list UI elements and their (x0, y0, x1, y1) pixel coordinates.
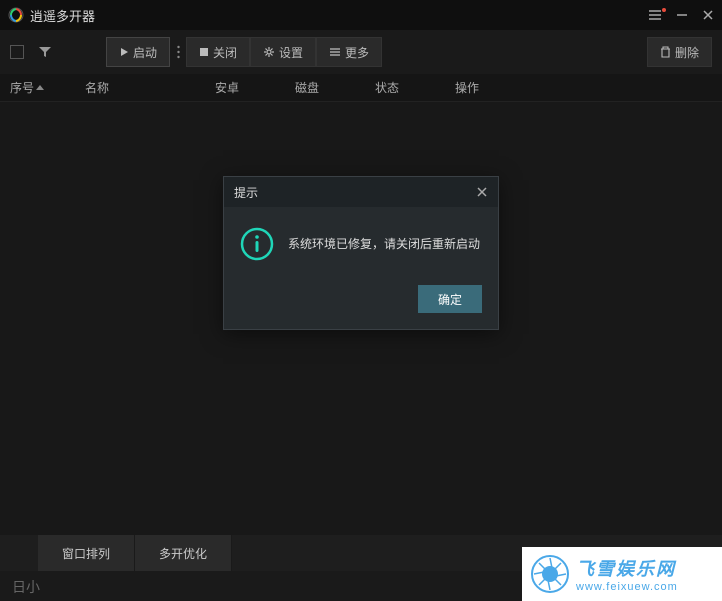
select-all-checkbox[interactable] (10, 45, 24, 59)
column-header-disk[interactable]: 磁盘 (295, 79, 375, 96)
watermark: 飞雪娱乐网 www.feixuew.com (522, 547, 722, 601)
modal-message: 系统环境已修复，请关闭后重新启动 (288, 235, 480, 253)
toolbar-left: 启动 关闭 设置 更多 (10, 37, 382, 67)
app-title: 逍遥多开器 (30, 6, 95, 25)
gear-icon (263, 46, 275, 58)
titlebar-controls (648, 9, 714, 21)
modal-body: 系统环境已修复，请关闭后重新启动 (224, 207, 498, 277)
sort-up-icon (36, 85, 44, 90)
arrange-windows-button[interactable]: 窗口排列 (38, 535, 135, 571)
toolbar-actions: 启动 关闭 设置 更多 (106, 37, 382, 67)
info-icon (240, 227, 274, 261)
bottom-text-fragment: 日小 (12, 577, 40, 597)
close-button[interactable]: 关闭 (186, 37, 250, 67)
watermark-url: www.feixuew.com (576, 581, 678, 593)
start-more-button[interactable] (170, 45, 186, 59)
start-button[interactable]: 启动 (106, 37, 170, 67)
trash-icon (660, 46, 671, 58)
toolbar: 启动 关闭 设置 更多 删除 (0, 30, 722, 74)
watermark-title: 飞雪娱乐网 (576, 555, 678, 581)
list-icon (329, 47, 341, 57)
more-label: 更多 (345, 44, 369, 61)
column-header-name[interactable]: 名称 (85, 79, 215, 96)
titlebar: 逍遥多开器 (0, 0, 722, 30)
filter-icon[interactable] (38, 45, 52, 59)
multi-optimize-button[interactable]: 多开优化 (135, 535, 232, 571)
stop-icon (199, 47, 209, 57)
watermark-logo-icon (530, 554, 570, 594)
modal-backdrop: 提示 系统环境已修复，请关闭后重新启动 确定 (0, 102, 722, 546)
column-header-android[interactable]: 安卓 (215, 79, 295, 96)
modal-dialog: 提示 系统环境已修复，请关闭后重新启动 确定 (223, 176, 499, 330)
app-logo-icon (8, 7, 24, 23)
start-label: 启动 (133, 44, 157, 61)
close-label: 关闭 (213, 44, 237, 61)
column-header-seq[interactable]: 序号 (10, 79, 85, 96)
minimize-button[interactable] (676, 9, 688, 21)
delete-label: 删除 (675, 44, 699, 61)
modal-header: 提示 (224, 177, 498, 207)
notification-dot-icon (662, 8, 666, 12)
column-header-ops[interactable]: 操作 (455, 79, 535, 96)
play-icon (119, 47, 129, 57)
table-body: 提示 系统环境已修复，请关闭后重新启动 确定 (0, 102, 722, 546)
modal-close-button[interactable] (476, 186, 488, 198)
watermark-text: 飞雪娱乐网 www.feixuew.com (576, 555, 678, 593)
close-icon (476, 186, 488, 198)
table-header: 序号 名称 安卓 磁盘 状态 操作 (0, 74, 722, 102)
column-header-status[interactable]: 状态 (375, 79, 455, 96)
settings-label: 设置 (279, 44, 303, 61)
close-window-button[interactable] (702, 9, 714, 21)
menu-button[interactable] (648, 9, 662, 21)
modal-ok-button[interactable]: 确定 (418, 285, 482, 313)
modal-footer: 确定 (224, 277, 498, 329)
titlebar-left: 逍遥多开器 (8, 6, 95, 25)
settings-button[interactable]: 设置 (250, 37, 316, 67)
delete-button[interactable]: 删除 (647, 37, 712, 67)
more-button[interactable]: 更多 (316, 37, 382, 67)
modal-title: 提示 (234, 184, 258, 201)
